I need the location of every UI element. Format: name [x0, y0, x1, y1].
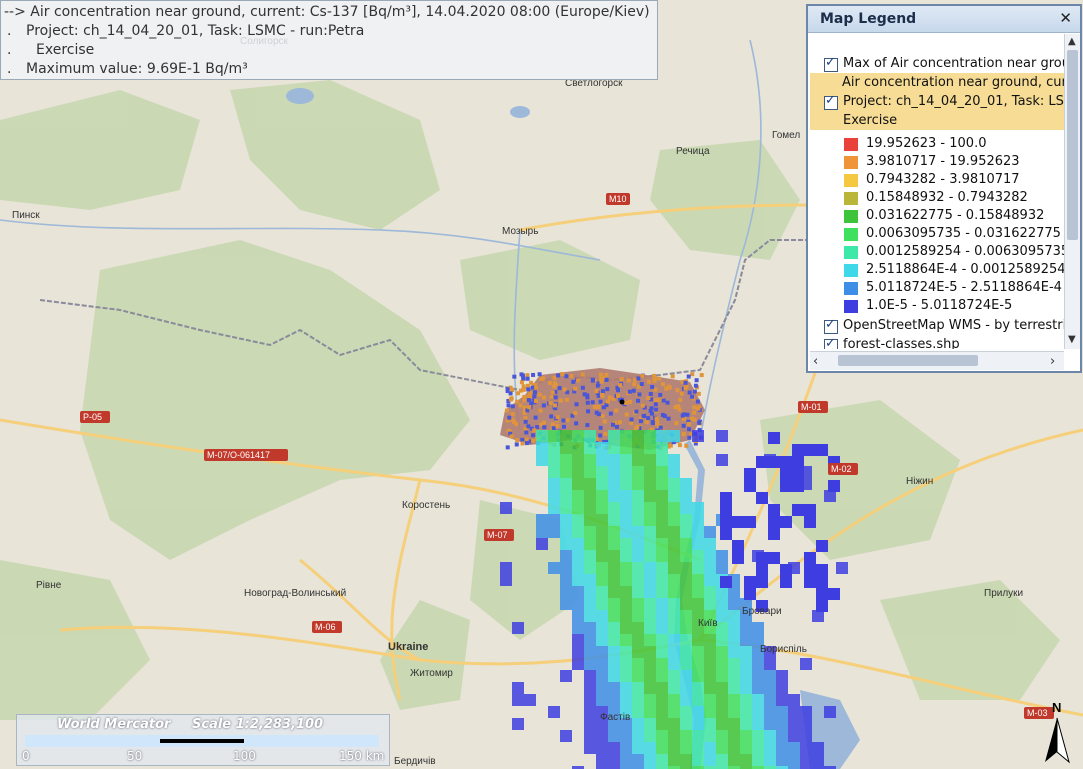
place-label: Прилуки	[984, 588, 1023, 599]
legend-class-label: 0.0063095735 - 0.031622775	[866, 226, 1061, 241]
legend-selected-layer[interactable]: Air concentration near ground, current P…	[810, 73, 1064, 130]
place-label: Новоград-Волинський	[244, 588, 346, 599]
place-label: Бровари	[742, 606, 782, 617]
scale-tick: 50	[127, 749, 143, 763]
scroll-thumb[interactable]	[838, 355, 978, 366]
legend-class-swatch	[844, 138, 858, 151]
place-label: Житомир	[410, 668, 453, 679]
scale-bar-segment	[160, 739, 244, 743]
north-arrow-icon: N	[1045, 700, 1070, 764]
place-label: Ukraine	[388, 641, 428, 653]
legend-title: Map Legend	[820, 11, 917, 27]
info-line-max: Maximum value: 9.69E-1 Bq/m³	[26, 61, 248, 77]
projection-label: World Mercator	[57, 717, 171, 732]
layer-checkbox[interactable]	[824, 93, 838, 110]
legend-class-swatch	[844, 210, 858, 223]
map-legend-window[interactable]: Map Legend ✕ Max of Air concentration ne…	[806, 4, 1082, 373]
scroll-left-icon[interactable]: ‹	[813, 354, 818, 369]
legend-layer-label: Exercise	[843, 113, 898, 128]
layer-checkbox[interactable]	[824, 336, 838, 349]
scroll-right-icon[interactable]: ›	[1050, 354, 1055, 369]
legend-body: Max of Air concentration near ground Air…	[810, 34, 1064, 349]
scale-tick: 0	[22, 749, 30, 763]
place-label: Речица	[676, 146, 710, 157]
place-label: Фастів	[600, 712, 630, 723]
road-label: M-07	[487, 530, 508, 540]
info-dot: .	[7, 61, 12, 77]
road-label: M10	[609, 194, 627, 204]
scale-tick: 100	[233, 749, 256, 763]
legend-class-swatch	[844, 174, 858, 187]
legend-class-label: 0.031622775 - 0.15848932	[866, 208, 1045, 223]
legend-class-label: 5.0118724E-5 - 2.5118864E-4	[866, 280, 1062, 295]
legend-class-label: 3.9810717 - 19.952623	[866, 154, 1020, 169]
legend-layer-label: Air concentration near ground, current	[842, 75, 1064, 90]
legend-class-swatch	[844, 282, 858, 295]
layer-checkbox[interactable]	[824, 317, 838, 334]
scroll-down-icon[interactable]: ▼	[1068, 334, 1076, 345]
legend-layer-label: OpenStreetMap WMS - by terrestris@	[843, 318, 1064, 333]
scroll-up-icon[interactable]: ▲	[1068, 36, 1076, 47]
legend-class-label: 1.0E-5 - 5.0118724E-5	[866, 298, 1013, 313]
road-label: M-02	[831, 464, 852, 474]
road-label: P-05	[83, 412, 102, 422]
road-label: M-06	[315, 622, 336, 632]
place-label: Рівне	[36, 580, 62, 591]
legend-class-swatch	[844, 156, 858, 169]
legend-horizontal-scrollbar[interactable]: ‹ ›	[810, 351, 1064, 370]
info-dot: .	[7, 42, 12, 58]
close-icon[interactable]: ✕	[1059, 9, 1072, 27]
place-label: Київ	[698, 618, 718, 629]
legend-vertical-scrollbar[interactable]: ▲ ▼	[1064, 34, 1080, 349]
place-label: Пинск	[12, 210, 40, 221]
legend-class-swatch	[844, 228, 858, 241]
place-label: Коростень	[402, 500, 450, 511]
legend-class-swatch	[844, 300, 858, 313]
road-label: M-01	[801, 402, 822, 412]
scale-bar: World Mercator Scale 1:2,283,100 0 50 10…	[16, 714, 390, 766]
legend-class-label: 0.15848932 - 0.7943282	[866, 190, 1028, 205]
place-label: Бориспіль	[760, 644, 807, 655]
info-panel: --> Air concentration near ground, curre…	[0, 0, 658, 80]
legend-class-label: 0.0012589254 - 0.0063095735	[866, 244, 1064, 259]
info-dot: .	[7, 23, 12, 39]
scroll-thumb[interactable]	[1067, 50, 1078, 240]
scale-tick: 150 km	[339, 749, 385, 763]
scale-label: Scale 1:2,283,100	[192, 717, 324, 732]
info-line-title: --> Air concentration near ground, curre…	[4, 4, 650, 20]
info-line-exercise: Exercise	[36, 42, 95, 58]
legend-class-label: 2.5118864E-4 - 0.0012589254	[866, 262, 1064, 277]
legend-class-label: 0.7943282 - 3.9810717	[866, 172, 1020, 187]
legend-class-label: 19.952623 - 100.0	[866, 136, 987, 151]
legend-class-swatch	[844, 264, 858, 277]
legend-class-swatch	[844, 246, 858, 259]
legend-layer-label: Max of Air concentration near ground	[843, 56, 1064, 71]
place-label: Гомел	[772, 130, 800, 141]
place-label: Мозырь	[502, 226, 538, 237]
info-line-project: Project: ch_14_04_20_01, Task: LSMC - ru…	[26, 23, 365, 39]
layer-checkbox[interactable]	[824, 55, 838, 72]
north-label: N	[1052, 700, 1061, 715]
legend-class-swatch	[844, 192, 858, 205]
place-label: Бердичів	[394, 756, 436, 767]
road-label: M-07/O-061417	[207, 450, 270, 460]
place-label: Ніжин	[906, 476, 933, 487]
legend-layer-label: Project: ch_14_04_20_01, Task: LSMC	[843, 94, 1064, 109]
legend-header[interactable]: Map Legend ✕	[808, 6, 1080, 33]
legend-layer-label: forest-classes.shp	[843, 337, 960, 349]
